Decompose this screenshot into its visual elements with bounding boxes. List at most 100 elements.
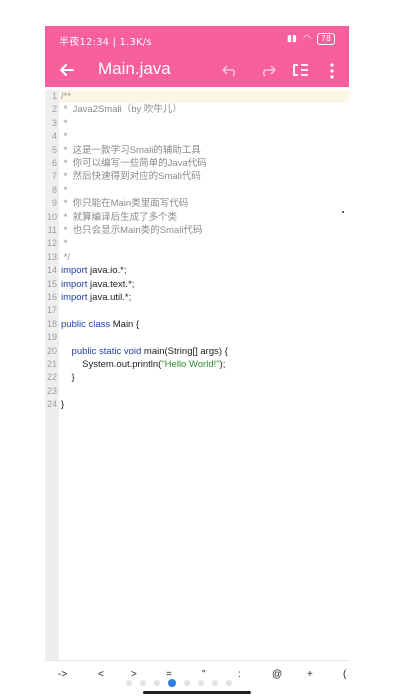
code-token: import	[61, 265, 88, 277]
symbol-key[interactable]: ->	[58, 669, 67, 680]
code-token: */	[61, 251, 70, 263]
symbol-key[interactable]: (	[343, 669, 346, 680]
wifi-icon: ◠	[302, 34, 311, 44]
code-line: 14 import java.io.*;	[45, 264, 349, 277]
line-code: */	[61, 251, 70, 264]
indicator-dot	[126, 680, 132, 686]
code-token: * 这是一款学习Smali的辅助工具	[61, 144, 201, 156]
code-line: 4 *	[45, 130, 349, 143]
line-code: import java.io.*;	[61, 264, 126, 277]
symbol-key[interactable]: <	[98, 669, 104, 680]
code-token: *	[61, 238, 68, 250]
line-code: * 这是一款学习Smali的辅助工具	[61, 144, 201, 157]
app-bar: Main.java	[45, 54, 349, 87]
line-code: import java.util.*;	[61, 291, 131, 304]
line-number: 19	[46, 332, 57, 343]
line-code: }	[61, 398, 64, 411]
line-code: * 也只会显示Main类的Smali代码	[61, 224, 203, 237]
code-token: }	[61, 399, 65, 411]
symbol-bar: -> < > = ": @ +(	[45, 660, 349, 693]
home-indicator[interactable]	[143, 691, 251, 694]
code-editor[interactable]: 1/** 2 * Java2Smali（by 吹牛儿） 3 * 4 * 5 * 这是一款…	[45, 90, 349, 660]
indicator-dot	[226, 680, 232, 686]
symbol-key[interactable]: +	[307, 669, 313, 680]
code-line: 16 import java.util.*;	[45, 291, 349, 304]
line-number: 13	[46, 251, 57, 262]
back-arrow-icon[interactable]	[57, 60, 77, 80]
line-number: 24	[46, 399, 57, 410]
line-number: 12	[46, 238, 57, 249]
indicator-dot-active	[168, 679, 176, 687]
line-number: 14	[46, 265, 57, 276]
code-token: *	[61, 131, 68, 143]
line-code: import java.text.*;	[61, 278, 134, 291]
code-line: 21 System.out.println("Hello World!");	[45, 358, 349, 371]
line-number: 3	[51, 117, 57, 128]
line-number: 6	[51, 158, 57, 168]
line-code: * 你只能在Main类里面写代码	[61, 197, 189, 210]
indicator-dot	[140, 680, 146, 686]
code-token: *	[61, 117, 68, 129]
line-number: 21	[46, 359, 57, 369]
line-code: public static void main(String[] args) {	[61, 345, 228, 358]
code-line: 23	[45, 385, 349, 398]
line-code: * 你可以编写一些简单的Java代码	[61, 157, 207, 170]
code-token: }	[61, 372, 75, 384]
line-number: 9	[51, 198, 57, 209]
status-icons: ▮▮ ◠ 78	[287, 33, 335, 45]
code-token: *	[61, 184, 68, 196]
line-code: System.out.println("Hello World!");	[61, 358, 225, 371]
symbol-key[interactable]: @	[272, 669, 282, 680]
line-number: 2	[51, 104, 57, 115]
code-line: 5 * 这是一款学习Smali的辅助工具	[45, 144, 349, 157]
code-line: 6 * 你可以编写一些简单的Java代码	[45, 157, 349, 170]
code-token: * Java2Smali（by 吹牛儿）	[61, 104, 182, 116]
redo-icon[interactable]	[259, 63, 277, 77]
code-token: );	[219, 359, 226, 370]
line-number: 5	[51, 144, 57, 155]
code-token: import	[61, 292, 88, 303]
line-code: public class Main {	[61, 318, 139, 331]
code-token: Main {	[110, 318, 140, 330]
code-line: 10 * 就算编译后生成了多个类	[45, 211, 349, 224]
code-token: public class	[61, 318, 111, 330]
code-line: 13 */	[45, 251, 349, 264]
line-code: *	[61, 237, 68, 250]
code-line: 9 * 你只能在Main类里面写代码	[45, 197, 349, 210]
indicator-dot	[212, 680, 218, 686]
indicator-dot	[198, 680, 204, 686]
code-line: 15 import java.text.*;	[45, 278, 349, 291]
line-number: 18	[46, 318, 57, 329]
battery-icon: 78	[316, 33, 335, 45]
line-number: 4	[51, 131, 57, 142]
line-number: 10	[46, 211, 57, 222]
compile-icon[interactable]	[291, 62, 309, 78]
cursor-dot	[342, 211, 344, 213]
line-code: * Java2Smali（by 吹牛儿）	[61, 103, 182, 116]
code-token: * 就算编译后生成了多个类	[61, 211, 178, 223]
line-code: /**	[61, 90, 71, 103]
code-token: java.text.*;	[87, 278, 135, 290]
line-code: *	[61, 184, 68, 197]
more-vert-icon[interactable]	[327, 62, 337, 80]
symbol-key[interactable]: :	[238, 669, 241, 680]
line-number: 11	[47, 225, 57, 235]
code-token: java.util.*;	[87, 292, 132, 303]
line-number: 22	[46, 372, 57, 383]
line-number: 15	[46, 278, 57, 289]
page-title: Main.java	[98, 59, 171, 78]
indicator-dot	[154, 680, 160, 686]
line-code: * 然后快速得到对应的Smali代码	[61, 170, 201, 183]
line-number: 7	[51, 171, 57, 182]
code-line: 18 public class Main {	[45, 318, 349, 331]
code-line: 12 *	[45, 237, 349, 250]
signal-icon: ▮▮	[287, 34, 297, 44]
line-number: 1	[51, 91, 57, 101]
undo-icon[interactable]	[221, 63, 239, 77]
code-token: import	[61, 278, 88, 290]
line-code: }	[61, 371, 75, 384]
code-line: 1 /**	[45, 90, 349, 103]
code-line: 17	[45, 304, 349, 317]
code-token: main(String[] args) {	[141, 345, 228, 357]
code-token: * 也只会显示Main类的Smali代码	[61, 225, 203, 236]
